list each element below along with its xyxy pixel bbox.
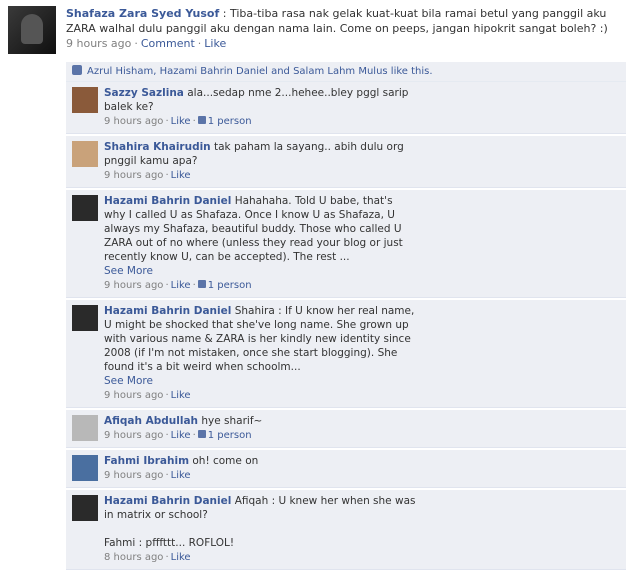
separator: ·: [165, 280, 169, 291]
post-meta: 9 hours ago · Comment · Like: [66, 36, 626, 51]
commenter-name[interactable]: Hazami Bahrin Daniel: [104, 495, 231, 507]
comment-time[interactable]: 9 hours ago: [104, 116, 163, 127]
comment-meta: 9 hours ago · Like · 1 person: [104, 429, 416, 443]
comment-text-2: Fahmi : pfffttt... ROFLOL!: [104, 537, 235, 549]
separator: ·: [197, 37, 202, 50]
separator: ·: [165, 116, 169, 127]
comment-body: Shahira Khairudin tak paham la sayang.. …: [104, 136, 424, 187]
commenter-avatar[interactable]: [72, 141, 98, 167]
commenter-avatar[interactable]: [72, 195, 98, 221]
separator: ·: [192, 430, 196, 441]
comment-item: Afiqah Abdullah hye sharif~ 9 hours ago · L…: [66, 410, 626, 448]
see-more-link[interactable]: See More: [104, 264, 416, 278]
comment-item: Shahira Khairudin tak paham la sayang.. …: [66, 136, 626, 188]
comment-like-link[interactable]: Like: [171, 552, 191, 563]
comment-meta: 9 hours ago · Like: [104, 469, 416, 483]
comment-likes-count[interactable]: 1 person: [208, 430, 252, 441]
comment-body: Hazami Bahrin Daniel Afiqah : U knew her…: [104, 490, 424, 569]
comment-item: Fahmi Ibrahim oh! come on 9 hours ago · Lik…: [66, 450, 626, 488]
profile-silhouette-icon: [21, 14, 43, 44]
commenter-name[interactable]: Shahira Khairudin: [104, 141, 211, 153]
post-author-colon: :: [222, 7, 230, 20]
comment-body: Fahmi Ibrahim oh! come on 9 hours ago · Lik…: [104, 450, 424, 487]
like-link[interactable]: Like: [204, 37, 226, 50]
comment-time[interactable]: 9 hours ago: [104, 390, 163, 401]
comment-like-link[interactable]: Like: [171, 280, 191, 291]
post-time[interactable]: 9 hours ago: [66, 37, 131, 50]
commenter-avatar[interactable]: [72, 415, 98, 441]
post-body: Shafaza Zara Syed Yusof : Tiba-tiba rasa…: [66, 6, 626, 51]
separator: ·: [165, 552, 169, 563]
comment-body: Sazzy Sazlina ala...sedap nme 2...hehee.…: [104, 82, 424, 133]
comment-body: Hazami Bahrin Daniel Hahahaha. Told U ba…: [104, 190, 424, 297]
comment-time[interactable]: 9 hours ago: [104, 280, 163, 291]
comment-item: Hazami Bahrin Daniel Afiqah : U knew her…: [66, 490, 626, 570]
comment-link[interactable]: Comment: [141, 37, 195, 50]
comment-body: Hazami Bahrin Daniel Shahira : If U know…: [104, 300, 424, 407]
separator: ·: [192, 280, 196, 291]
comment-time[interactable]: 9 hours ago: [104, 430, 163, 441]
commenter-name[interactable]: Hazami Bahrin Daniel: [104, 305, 231, 317]
comment-meta: 9 hours ago · Like: [104, 389, 416, 403]
comment-like-link[interactable]: Like: [171, 430, 191, 441]
commenter-name[interactable]: Afiqah Abdullah: [104, 415, 198, 427]
comment-text: hye sharif~: [201, 415, 263, 427]
comment-likes-count[interactable]: 1 person: [208, 280, 252, 291]
like-thumb-icon: [197, 116, 206, 124]
comment-item: Sazzy Sazlina ala...sedap nme 2...hehee.…: [66, 82, 626, 134]
comment-like-link[interactable]: Like: [171, 390, 191, 401]
thumbs-up-icon: [72, 65, 82, 75]
comments-list: Sazzy Sazlina ala...sedap nme 2...hehee.…: [66, 82, 626, 572]
comment-meta: 9 hours ago · Like · 1 person: [104, 115, 416, 129]
commenter-avatar[interactable]: [72, 87, 98, 113]
post-author-link[interactable]: Shafaza Zara Syed Yusof: [66, 7, 219, 20]
comment-time[interactable]: 9 hours ago: [104, 470, 163, 481]
comment-meta: 9 hours ago · Like: [104, 169, 416, 183]
likes-summary: Azrul Hisham, Hazami Bahrin Daniel and S…: [66, 62, 626, 82]
comment-meta: 9 hours ago · Like · 1 person: [104, 279, 416, 293]
commenter-avatar[interactable]: [72, 455, 98, 481]
like-thumb-icon: [197, 280, 206, 288]
comment-like-link[interactable]: Like: [171, 470, 191, 481]
author-avatar[interactable]: [8, 6, 56, 54]
comment-item: Hazami Bahrin Daniel Shahira : If U know…: [66, 300, 626, 408]
comment-item: Hazami Bahrin Daniel Hahahaha. Told U ba…: [66, 190, 626, 298]
comment-time[interactable]: 9 hours ago: [104, 170, 163, 181]
comment-like-link[interactable]: Like: [171, 116, 191, 127]
comment-text: oh! come on: [192, 455, 259, 467]
separator: ·: [165, 170, 169, 181]
commenter-name[interactable]: Hazami Bahrin Daniel: [104, 195, 231, 207]
commenter-name[interactable]: Sazzy Sazlina: [104, 87, 184, 99]
commenter-name[interactable]: Fahmi Ibrahim: [104, 455, 189, 467]
separator: ·: [134, 37, 138, 50]
commenter-avatar[interactable]: [72, 495, 98, 521]
comment-body: Afiqah Abdullah hye sharif~ 9 hours ago · L…: [104, 410, 424, 447]
see-more-link[interactable]: See More: [104, 374, 416, 388]
like-thumb-icon: [197, 430, 206, 438]
likes-text[interactable]: Azrul Hisham, Hazami Bahrin Daniel and S…: [87, 66, 433, 77]
separator: ·: [165, 470, 169, 481]
separator: ·: [165, 430, 169, 441]
comment-like-link[interactable]: Like: [171, 170, 191, 181]
comment-likes-count[interactable]: 1 person: [208, 116, 252, 127]
separator: ·: [165, 390, 169, 401]
comment-time[interactable]: 8 hours ago: [104, 552, 163, 563]
comment-meta: 8 hours ago · Like: [104, 551, 416, 565]
separator: ·: [192, 116, 196, 127]
commenter-avatar[interactable]: [72, 305, 98, 331]
